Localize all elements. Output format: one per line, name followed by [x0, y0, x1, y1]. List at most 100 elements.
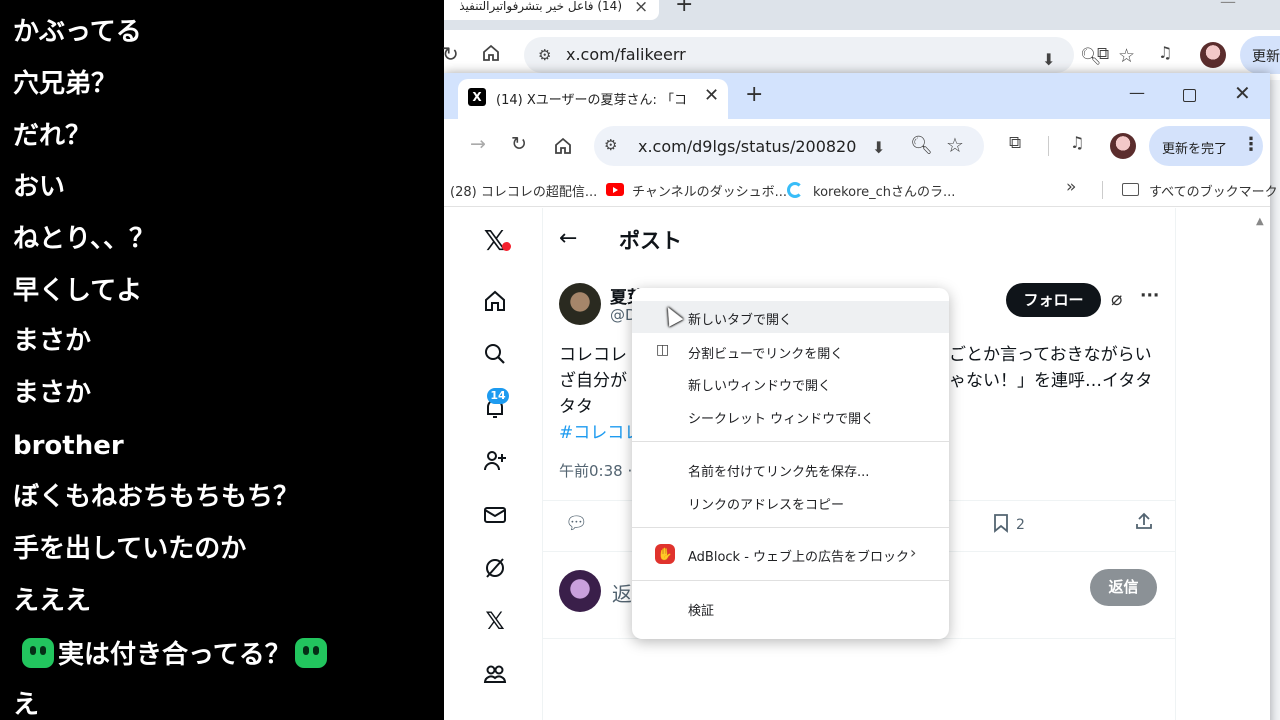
premium-icon[interactable]: 𝕏 [482, 608, 508, 634]
more-options-icon[interactable]: ··· [1140, 286, 1159, 306]
post-text: コレコレ [559, 345, 627, 365]
grok-icon[interactable]: ⌀ [1111, 288, 1122, 310]
tab-bar: X (14) Xユーザーの夏芽さん: 「コレコレ ✕ + — ✕ [444, 73, 1270, 119]
back-arrow-icon[interactable]: ← [559, 226, 577, 251]
chat-message: え [13, 690, 40, 720]
minimize-icon[interactable]: — [1129, 83, 1145, 102]
post-text: ごとか言っておきながらい [949, 345, 1152, 365]
background-tab[interactable]: (14) فاعل خير بتشرفواتيرالتنفيذ × [444, 0, 659, 20]
site-info-icon[interactable]: ⚙ [538, 46, 551, 64]
menu-item-open-incognito[interactable]: シークレット ウィンドウで開く [632, 400, 949, 432]
background-address-bar[interactable]: ⚙ x.com/falikeerr ⬇ 🔍︎ ☆ [524, 37, 1135, 73]
background-tab-bar: (14) فاعل خير بتشرفواتيرالتنفيذ × + — [444, 0, 1280, 30]
chat-message: だれ？ [13, 121, 92, 151]
split-view-icon: ◫ [656, 342, 670, 358]
bookmark-item[interactable]: korekore_chさんのラ... [813, 181, 955, 200]
reply-button[interactable]: 返信 [1090, 569, 1157, 606]
chat-message-with-emotes: 実は付き合ってる？ [18, 638, 331, 671]
chat-message: ぼくもねおちもちもち？ [13, 482, 300, 512]
reply-input[interactable]: 返 [612, 578, 632, 607]
adblock-icon: ✋ [655, 544, 675, 564]
bookmark-icon[interactable] [992, 513, 1010, 533]
extensions-icon[interactable]: ⧉ [1097, 44, 1109, 64]
bookmark-item[interactable]: (28) コレコレの超配信... [450, 181, 597, 200]
home-icon[interactable] [553, 136, 573, 156]
author-avatar[interactable] [559, 283, 601, 325]
toolbar: → ↻ ⚙ x.com/d9lgs/status/2008201... ⬇ 🔍︎… [444, 119, 1270, 173]
profile-avatar[interactable] [1200, 42, 1226, 68]
chevron-more-icon[interactable]: » [1066, 177, 1076, 197]
hashtag-link[interactable]: #コレコレ [559, 418, 641, 443]
context-menu: 新しいタブで開く ◫ 分割ビューでリンクを開く 新しいウィンドウで開く シークレッ… [632, 288, 949, 639]
share-icon[interactable] [1134, 511, 1154, 531]
install-icon[interactable]: ⬇ [872, 138, 885, 157]
update-button[interactable]: 更新を完了 ⋮ [1149, 126, 1263, 166]
follow-button[interactable]: フォロー [1006, 283, 1101, 317]
menu-item-open-new-window[interactable]: 新しいウィンドウで開く [632, 367, 949, 399]
close-window-icon[interactable]: ✕ [1234, 81, 1251, 105]
messages-icon[interactable] [482, 502, 508, 528]
chat-message: かぶってる [13, 17, 142, 47]
bookmark-star-icon[interactable]: ☆ [1118, 45, 1135, 67]
chat-message: brother [13, 431, 124, 461]
new-tab-icon[interactable]: + [675, 0, 693, 17]
home-icon[interactable] [481, 43, 501, 63]
search-icon[interactable] [482, 341, 508, 367]
home-icon[interactable] [482, 288, 508, 314]
close-icon[interactable]: ✕ [704, 85, 719, 106]
youtube-icon [606, 183, 624, 196]
menu-item-label: 新しいウィンドウで開く [688, 379, 832, 394]
all-bookmarks[interactable]: すべてのブックマーク [1149, 181, 1278, 200]
zoom-icon[interactable]: 🔍︎ [910, 135, 933, 156]
menu-item-split-view[interactable]: ◫ 分割ビューでリンクを開く [632, 335, 949, 367]
active-tab[interactable]: X (14) Xユーザーの夏芽さん: 「コレコレ ✕ [458, 79, 728, 119]
communities-icon[interactable] [482, 661, 508, 687]
green-emote-icon [22, 638, 54, 668]
chat-message: おい [13, 172, 66, 202]
extensions-icon[interactable]: ⧉ [1009, 133, 1021, 153]
forward-icon[interactable]: → [470, 133, 486, 155]
menu-item-adblock[interactable]: ✋ AdBlock - ウェブ上の広告をブロック › [632, 538, 949, 570]
url-text: x.com/d9lgs/status/2008201... [638, 137, 858, 156]
bookmark-star-icon[interactable]: ☆ [946, 133, 964, 157]
reload-icon[interactable]: ↻ [442, 42, 459, 66]
kebab-menu-icon[interactable]: ⋮ [1242, 134, 1260, 155]
menu-item-label: 分割ビューでリンクを開く [688, 347, 844, 362]
bookmark-item[interactable]: チャンネルのダッシュボ... [632, 181, 787, 200]
close-icon[interactable]: × [634, 0, 648, 17]
address-bar[interactable]: ⚙ x.com/d9lgs/status/2008201... ⬇ 🔍︎ ☆ [594, 126, 984, 166]
reload-icon[interactable]: ↻ [511, 133, 527, 155]
chat-message: 穴兄弟？ [13, 69, 118, 99]
media-control-icon[interactable]: ♫ [1158, 43, 1172, 62]
menu-item-inspect[interactable]: 検証 [632, 592, 949, 624]
follow-icon[interactable] [482, 448, 508, 474]
menu-item-save-link[interactable]: 名前を付けてリンク先を保存... [632, 453, 949, 485]
media-control-icon[interactable]: ♫ [1070, 133, 1084, 152]
column-divider [1175, 208, 1176, 720]
grok-icon[interactable] [482, 555, 508, 581]
update-label: 更新を完了 [1162, 142, 1228, 157]
chat-message: えええ [13, 586, 92, 616]
maximize-icon[interactable] [1183, 89, 1196, 102]
green-emote-icon [294, 638, 327, 668]
menu-item-label: 新しいタブで開く [688, 313, 793, 328]
new-tab-icon[interactable]: + [745, 82, 763, 107]
profile-avatar[interactable] [1110, 133, 1136, 159]
toolbar-divider [1048, 136, 1049, 156]
menu-item-label: リンクのアドレスをコピー [688, 498, 845, 513]
site-info-icon[interactable]: ⚙ [604, 136, 617, 154]
scroll-up-arrow-icon[interactable]: ▲ [1256, 216, 1264, 227]
menu-item-label: シークレット ウィンドウで開く [688, 412, 875, 427]
menu-item-label: AdBlock - ウェブ上の広告をブロック [688, 550, 910, 565]
x-favicon-icon: X [468, 88, 486, 106]
install-icon[interactable]: ⬇ [1042, 50, 1055, 69]
column-divider [542, 208, 543, 720]
loading-circle-icon [787, 182, 803, 198]
reply-icon[interactable]: 💬︎ [565, 513, 588, 534]
minimize-icon[interactable]: — [1220, 0, 1236, 11]
menu-item-label: 名前を付けてリンク先を保存... [688, 465, 870, 480]
update-button[interactable]: 更新 [1240, 36, 1280, 74]
post-text: ゃない！」を連呼…イタタ [949, 371, 1153, 391]
post-timestamp[interactable]: 午前0:38 · [559, 460, 632, 481]
menu-item-copy-link[interactable]: リンクのアドレスをコピー [632, 486, 949, 518]
